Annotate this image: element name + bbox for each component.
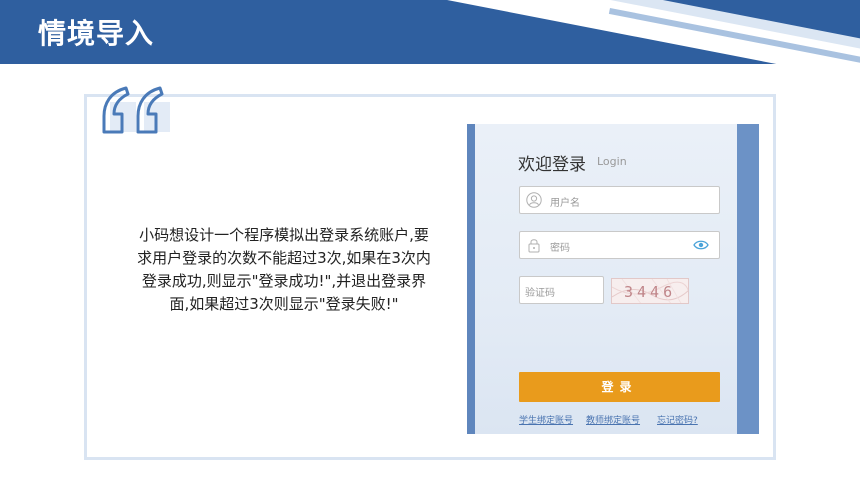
captcha-image[interactable]: 3446 bbox=[611, 278, 689, 304]
page-title: 情境导入 bbox=[38, 17, 155, 50]
eye-icon[interactable] bbox=[693, 239, 709, 251]
captcha-input[interactable]: 验证码 bbox=[519, 276, 604, 304]
username-placeholder: 用户名 bbox=[550, 198, 580, 209]
quote-icon bbox=[102, 86, 170, 134]
captcha-placeholder: 验证码 bbox=[525, 288, 555, 299]
login-form: 欢迎登录 Login 用户名 密码 验证码 3446 登录 学生绑定账号 教师绑… bbox=[475, 124, 737, 434]
student-bind-link[interactable]: 学生绑定账号 bbox=[519, 413, 573, 426]
login-title: 欢迎登录 bbox=[518, 155, 586, 175]
forgot-password-link[interactable]: 忘记密码? bbox=[657, 413, 698, 426]
lock-icon bbox=[528, 239, 540, 253]
login-screenshot: 欢迎登录 Login 用户名 密码 验证码 3446 登录 学生绑定账号 教师绑… bbox=[467, 124, 759, 434]
intro-paragraph: 小码想设计一个程序模拟出登录系统账户,要求用户登录的次数不能超过3次,如果在3次… bbox=[137, 226, 431, 313]
username-input[interactable]: 用户名 bbox=[519, 186, 720, 214]
captcha-code: 3446 bbox=[624, 283, 677, 301]
login-subtitle: Login bbox=[597, 155, 627, 168]
password-placeholder: 密码 bbox=[550, 243, 570, 254]
user-icon bbox=[526, 192, 542, 208]
login-button[interactable]: 登录 bbox=[519, 372, 720, 402]
header-band: 情境导入 bbox=[0, 0, 860, 64]
password-input[interactable]: 密码 bbox=[519, 231, 720, 259]
teacher-bind-link[interactable]: 教师绑定账号 bbox=[586, 413, 640, 426]
